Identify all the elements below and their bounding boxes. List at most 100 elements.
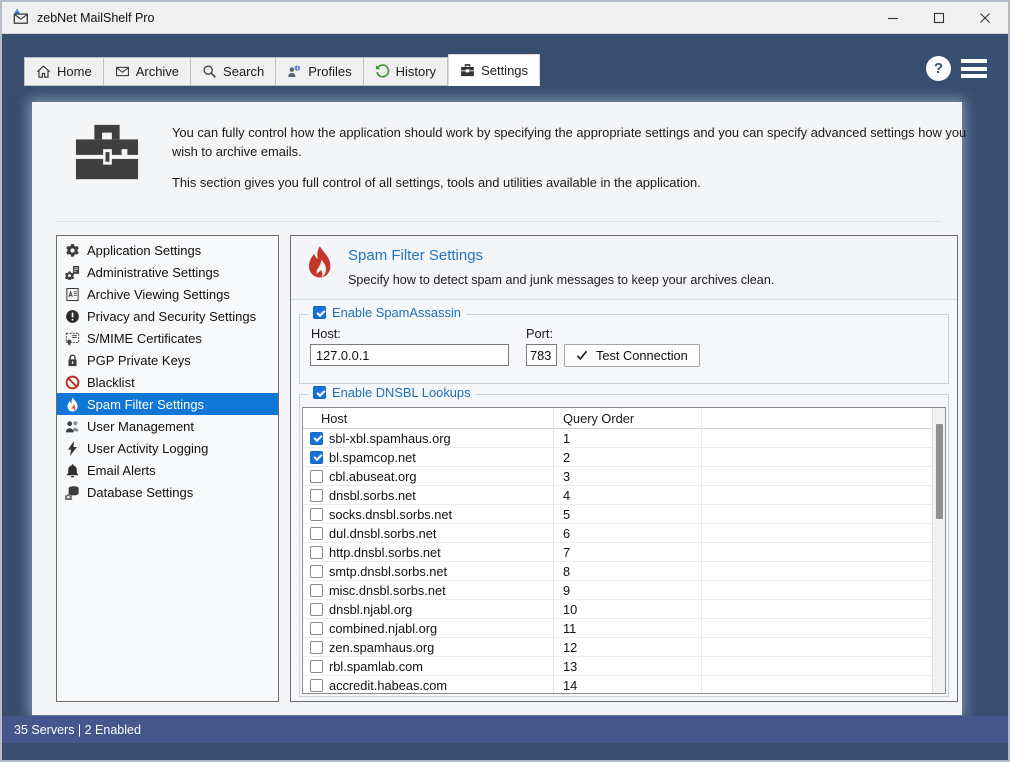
enable-dnsbl-label: Enable DNSBL Lookups xyxy=(332,385,471,400)
sidebar-item-database-settings[interactable]: Database Settings xyxy=(57,481,278,503)
table-row[interactable]: combined.njabl.org11 xyxy=(303,619,932,638)
table-row[interactable]: dnsbl.njabl.org10 xyxy=(303,600,932,619)
table-row[interactable]: socks.dnsbl.sorbs.net5 xyxy=(303,505,932,524)
table-row[interactable]: smtp.dnsbl.sorbs.net8 xyxy=(303,562,932,581)
sidebar-item-archive-viewing-settings[interactable]: Archive Viewing Settings xyxy=(57,283,278,305)
sidebar-item-privacy-and-security-settings[interactable]: Privacy and Security Settings xyxy=(57,305,278,327)
row-host: combined.njabl.org xyxy=(329,621,553,636)
gear-document-icon xyxy=(64,264,80,280)
host-input[interactable] xyxy=(310,344,509,366)
row-checkbox[interactable] xyxy=(310,622,323,635)
row-host: rbl.spamlab.com xyxy=(329,659,553,674)
tab-home[interactable]: Home xyxy=(24,57,104,86)
toolbox-icon xyxy=(74,122,140,184)
menu-button[interactable] xyxy=(961,59,987,78)
row-checkbox[interactable] xyxy=(310,432,323,445)
minimize-button[interactable] xyxy=(870,2,916,34)
close-button[interactable] xyxy=(962,2,1008,34)
tab-label: History xyxy=(396,64,436,79)
sidebar-item-spam-filter-settings[interactable]: Spam Filter Settings xyxy=(57,393,278,415)
table-row[interactable]: dnsbl.sorbs.net4 xyxy=(303,486,932,505)
titlebar: zebNet MailShelf Pro xyxy=(2,2,1008,34)
app-window: zebNet MailShelf Pro HomeArchiveSearchPr… xyxy=(0,0,1010,762)
test-connection-button[interactable]: Test Connection xyxy=(564,344,700,367)
row-checkbox[interactable] xyxy=(310,584,323,597)
tab-bar: HomeArchiveSearchProfiles History Settings xyxy=(24,54,540,86)
help-button[interactable]: ? xyxy=(926,56,951,81)
enable-spamassassin-checkbox[interactable] xyxy=(313,306,326,319)
sidebar-item-label: Email Alerts xyxy=(87,463,156,478)
vertical-scrollbar[interactable] xyxy=(932,408,945,693)
sidebar-item-label: User Activity Logging xyxy=(87,441,208,456)
bell-icon xyxy=(64,462,80,478)
row-host: cbl.abuseat.org xyxy=(329,469,553,484)
sidebar-item-user-activity-logging[interactable]: User Activity Logging xyxy=(57,437,278,459)
certificate-icon xyxy=(64,330,80,346)
tab-settings[interactable]: Settings xyxy=(448,54,540,86)
table-row[interactable]: rbl.spamlab.com13 xyxy=(303,657,932,676)
tab-label: Settings xyxy=(481,63,528,78)
document-view-icon xyxy=(64,286,80,302)
table-row[interactable]: sbl-xbl.spamhaus.org1 xyxy=(303,429,932,448)
enable-dnsbl-checkbox[interactable] xyxy=(313,386,326,399)
table-row[interactable]: cbl.abuseat.org3 xyxy=(303,467,932,486)
row-checkbox[interactable] xyxy=(310,546,323,559)
sidebar-item-email-alerts[interactable]: Email Alerts xyxy=(57,459,278,481)
host-column-header[interactable]: Host xyxy=(303,411,553,426)
tab-archive[interactable]: Archive xyxy=(104,57,191,86)
tab-search[interactable]: Search xyxy=(191,57,276,86)
gear-icon xyxy=(64,242,80,258)
row-host: accredit.habeas.com xyxy=(329,678,553,693)
row-checkbox[interactable] xyxy=(310,660,323,673)
row-query-order: 13 xyxy=(553,659,701,674)
row-query-order: 5 xyxy=(553,507,701,522)
window-title: zebNet MailShelf Pro xyxy=(37,11,154,25)
sidebar-item-label: PGP Private Keys xyxy=(87,353,191,368)
row-checkbox[interactable] xyxy=(310,679,323,692)
row-host: bl.spamcop.net xyxy=(329,450,553,465)
sidebar-item-blacklist[interactable]: Blacklist xyxy=(57,371,278,393)
row-checkbox[interactable] xyxy=(310,641,323,654)
scrollbar-thumb[interactable] xyxy=(936,424,943,519)
row-checkbox[interactable] xyxy=(310,565,323,578)
row-checkbox[interactable] xyxy=(310,527,323,540)
row-checkbox[interactable] xyxy=(310,451,323,464)
table-row[interactable]: bl.spamcop.net2 xyxy=(303,448,932,467)
sidebar-item-administrative-settings[interactable]: Administrative Settings xyxy=(57,261,278,283)
row-query-order: 3 xyxy=(553,469,701,484)
row-checkbox[interactable] xyxy=(310,470,323,483)
history-icon xyxy=(375,64,390,79)
table-row[interactable]: accredit.habeas.com14 xyxy=(303,676,932,694)
sidebar-item-label: Application Settings xyxy=(87,243,201,258)
window-controls xyxy=(870,2,1008,34)
tab-profiles[interactable]: Profiles xyxy=(276,57,363,86)
sidebar-item-label: Privacy and Security Settings xyxy=(87,309,256,324)
row-checkbox[interactable] xyxy=(310,489,323,502)
port-input[interactable] xyxy=(526,344,557,366)
page-subtitle: Specify how to detect spam and junk mess… xyxy=(348,273,774,287)
host-label: Host: xyxy=(311,326,341,341)
status-bar: 35 Servers | 2 Enabled xyxy=(2,716,1008,743)
table-row[interactable]: misc.dnsbl.sorbs.net9 xyxy=(303,581,932,600)
intro-text: You can fully control how the applicatio… xyxy=(172,124,972,193)
section-header: Spam Filter Settings Specify how to dete… xyxy=(291,236,957,300)
row-checkbox[interactable] xyxy=(310,508,323,521)
sidebar-item-user-management[interactable]: User Management xyxy=(57,415,278,437)
row-checkbox[interactable] xyxy=(310,603,323,616)
dnsbl-group: Enable DNSBL Lookups Host Query Order sb… xyxy=(299,394,949,697)
query-order-column-header[interactable]: Query Order xyxy=(553,411,701,426)
table-row[interactable]: zen.spamhaus.org12 xyxy=(303,638,932,657)
dnsbl-server-table: Host Query Order sbl-xbl.spamhaus.org1bl… xyxy=(302,407,946,694)
table-row[interactable]: dul.dnsbl.sorbs.net6 xyxy=(303,524,932,543)
maximize-button[interactable] xyxy=(916,2,962,34)
tab-history[interactable]: History xyxy=(364,57,448,86)
enable-spamassassin-label: Enable SpamAssassin xyxy=(332,305,461,320)
flame-icon xyxy=(64,396,80,412)
table-row[interactable]: http.dnsbl.sorbs.net7 xyxy=(303,543,932,562)
padlock-icon xyxy=(64,352,80,368)
sidebar-item-s-mime-certificates[interactable]: S/MIME Certificates xyxy=(57,327,278,349)
sidebar-item-application-settings[interactable]: Application Settings xyxy=(57,239,278,261)
row-query-order: 10 xyxy=(553,602,701,617)
sidebar-item-pgp-private-keys[interactable]: PGP Private Keys xyxy=(57,349,278,371)
toolbox-icon xyxy=(460,63,475,78)
